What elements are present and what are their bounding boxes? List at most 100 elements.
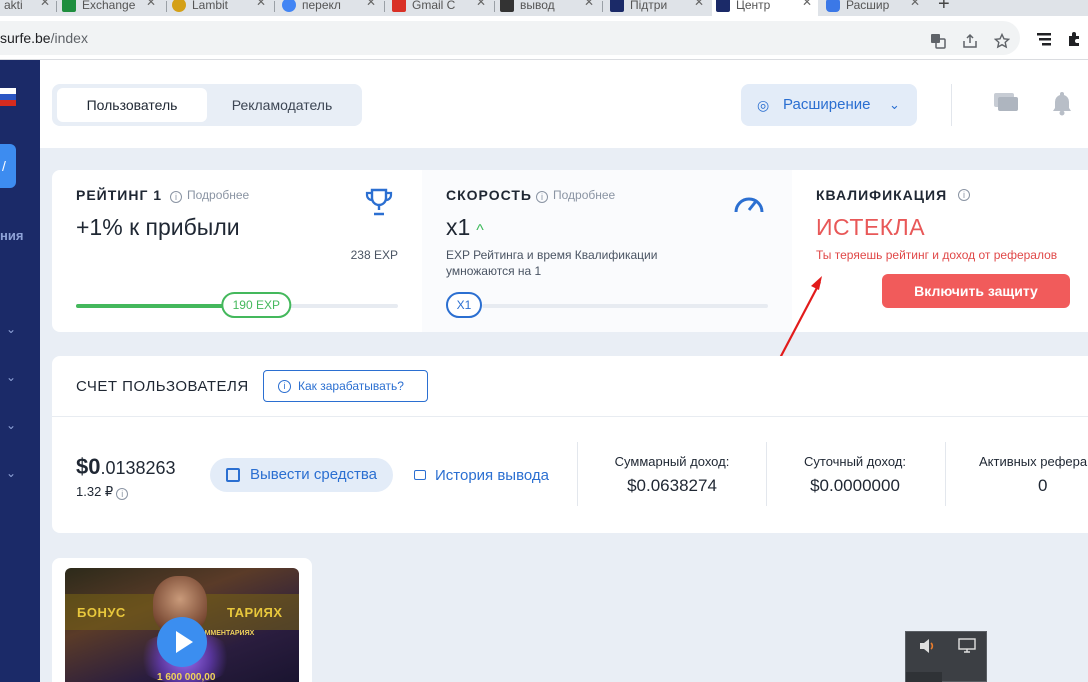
qualification-warning: Ты теряешь рейтинг и доход от рефералов [816, 248, 1058, 262]
sidebar-action-button[interactable]: / [0, 144, 16, 188]
rating-title: РЕЙТИНГ 1 [76, 187, 163, 203]
tray-bottom-panel [906, 672, 942, 682]
browser-tab[interactable]: перекл ✕ [278, 0, 382, 16]
speed-more-link[interactable]: i Подробнее [536, 188, 615, 203]
thumbnail-amount: 1 600 000,00 [157, 672, 216, 682]
info-icon: i [170, 191, 182, 203]
browser-tab[interactable]: akti ✕ [0, 0, 56, 16]
account-card: СЧЕТ ПОЛЬЗОВАТЕЛЯ i Как зарабатывать? $0… [52, 356, 1088, 533]
play-icon [176, 631, 193, 653]
withdraw-button[interactable]: Вывести средства [210, 458, 393, 492]
chevron-down-icon[interactable]: ⌄ [6, 322, 16, 336]
chat-icon[interactable] [993, 92, 1019, 114]
info-icon[interactable]: i [116, 488, 129, 500]
tab-close-icon[interactable]: ✕ [40, 0, 50, 9]
tab-close-icon[interactable]: ✕ [802, 0, 812, 9]
tab-close-icon[interactable]: ✕ [694, 0, 704, 9]
tab-label: Расшир [846, 0, 890, 12]
info-icon: i [278, 380, 291, 393]
browser-tab[interactable]: Gmail C ✕ [388, 0, 492, 16]
browser-tab[interactable]: вывод ✕ [496, 0, 600, 16]
active-referrals-label: Активных рефера [979, 454, 1088, 469]
url-text[interactable]: surfe.be/index [0, 30, 88, 46]
new-tab-icon[interactable]: + [938, 0, 950, 16]
daily-income-label: Суточный доход: [804, 454, 906, 469]
tab-label: Lambit [192, 0, 229, 12]
browser-tab[interactable]: Exchange ✕ [58, 0, 162, 16]
tab-label: Exchange [82, 0, 136, 12]
tab-label: перекл [302, 0, 341, 12]
system-tray-popup [905, 631, 987, 682]
speed-value: x1 ^ [446, 214, 484, 240]
account-title: СЧЕТ ПОЛЬЗОВАТЕЛЯ [76, 378, 249, 395]
browser-tab-active[interactable]: Центр ✕ [712, 0, 818, 16]
arrow-up-icon: ^ [476, 222, 484, 239]
tab-close-icon[interactable]: ✕ [256, 0, 266, 9]
total-income-label: Суммарный доход: [614, 454, 730, 469]
rating-exp-total: 238 EXP [350, 248, 398, 262]
thumbnail-text-right: ТАРИЯХ [227, 605, 283, 620]
surfe-favicon-icon [716, 0, 730, 12]
browser-tab[interactable]: Підтри ✕ [606, 0, 710, 16]
omnibox[interactable]: surfe.be/index [0, 21, 1020, 55]
chevron-down-icon[interactable]: ⌄ [6, 466, 16, 480]
network-icon[interactable] [958, 638, 976, 654]
tab-close-icon[interactable]: ✕ [146, 0, 156, 9]
tab-close-icon[interactable]: ✕ [366, 0, 376, 9]
tab-advertiser[interactable]: Рекламодатель [207, 88, 357, 122]
speaker-icon[interactable] [918, 638, 936, 654]
thumbnail-text-left: БОНУС [77, 605, 126, 620]
browser-tab[interactable]: Расшир ✕ [822, 0, 926, 16]
video-thumbnail[interactable]: БОНУС ТАРИЯХ БОНУС В КОММЕНТАРИЯХ 1 600 … [65, 568, 299, 682]
exchange-favicon-icon [62, 0, 76, 12]
rating-more-link[interactable]: i Подробнее [170, 188, 249, 203]
extension-dropdown-button[interactable]: ◎ Расширение ⌄ [741, 84, 917, 126]
rating-card: РЕЙТИНГ 1 i Подробнее +1% к прибыли 238 E… [52, 170, 422, 332]
extension-label: Расширение [783, 96, 871, 113]
role-switcher: Пользователь Рекламодатель [52, 84, 362, 126]
tab-close-icon[interactable]: ✕ [476, 0, 486, 9]
enable-protection-button[interactable]: Включить защиту [882, 274, 1070, 308]
tab-label: Gmail C [412, 0, 456, 12]
tab-label: Підтри [630, 0, 668, 12]
translate-icon[interactable] [930, 33, 946, 49]
surfe-favicon-icon [610, 0, 624, 12]
annotation-arrow-icon [779, 276, 822, 359]
share-icon[interactable] [962, 33, 978, 49]
tab-label: вывод [520, 0, 555, 12]
tab-label: Центр [736, 0, 771, 12]
active-referrals-value: 0 [1038, 476, 1048, 495]
puzzle-favicon-icon [826, 0, 840, 12]
tab-label: akti [4, 0, 23, 12]
divider [945, 442, 946, 506]
menu-icon[interactable] [1036, 31, 1052, 47]
star-icon[interactable] [993, 32, 1011, 49]
withdraw-history-link[interactable]: История вывода [414, 467, 549, 484]
site-favicon-icon [500, 0, 514, 12]
chevron-down-icon[interactable]: ⌄ [6, 370, 16, 384]
qualification-status: ИСТЕКЛА [816, 214, 926, 240]
extensions-icon[interactable] [1066, 31, 1082, 47]
sidebar: / ния ⌄ ⌄ ⌄ ⌄ [0, 60, 40, 682]
speed-title: СКОРОСТЬ [446, 187, 532, 203]
daily-income-value: $0.0000000 [810, 476, 900, 495]
bell-icon[interactable] [1050, 90, 1074, 116]
tab-close-icon[interactable]: ✕ [584, 0, 594, 9]
info-icon[interactable]: i [958, 189, 970, 201]
tab-close-icon[interactable]: ✕ [910, 0, 920, 9]
balance-rub: 1.32 ₽ i [76, 484, 129, 500]
total-income-value: $0.0638274 [627, 476, 717, 495]
browser-tab[interactable]: Lambit ✕ [168, 0, 272, 16]
how-to-earn-button[interactable]: i Как зарабатывать? [263, 370, 428, 402]
wallet-icon [226, 468, 240, 482]
tab-user[interactable]: Пользователь [57, 88, 207, 122]
play-button[interactable] [157, 617, 207, 667]
qualification-title: КВАЛИФИКАЦИЯ [816, 187, 948, 203]
language-flag-icon[interactable] [0, 88, 16, 106]
chevron-down-icon[interactable]: ⌄ [6, 418, 16, 432]
sidebar-item-label[interactable]: ния [0, 228, 23, 243]
stats-panel: РЕЙТИНГ 1 i Подробнее +1% к прибыли 238 E… [52, 170, 1088, 332]
gmail-favicon-icon [392, 0, 406, 12]
browser-tabstrip: akti ✕ Exchange ✕ Lambit ✕ перекл ✕ Gmai… [0, 0, 1088, 16]
rating-value: +1% к прибыли [76, 214, 240, 240]
